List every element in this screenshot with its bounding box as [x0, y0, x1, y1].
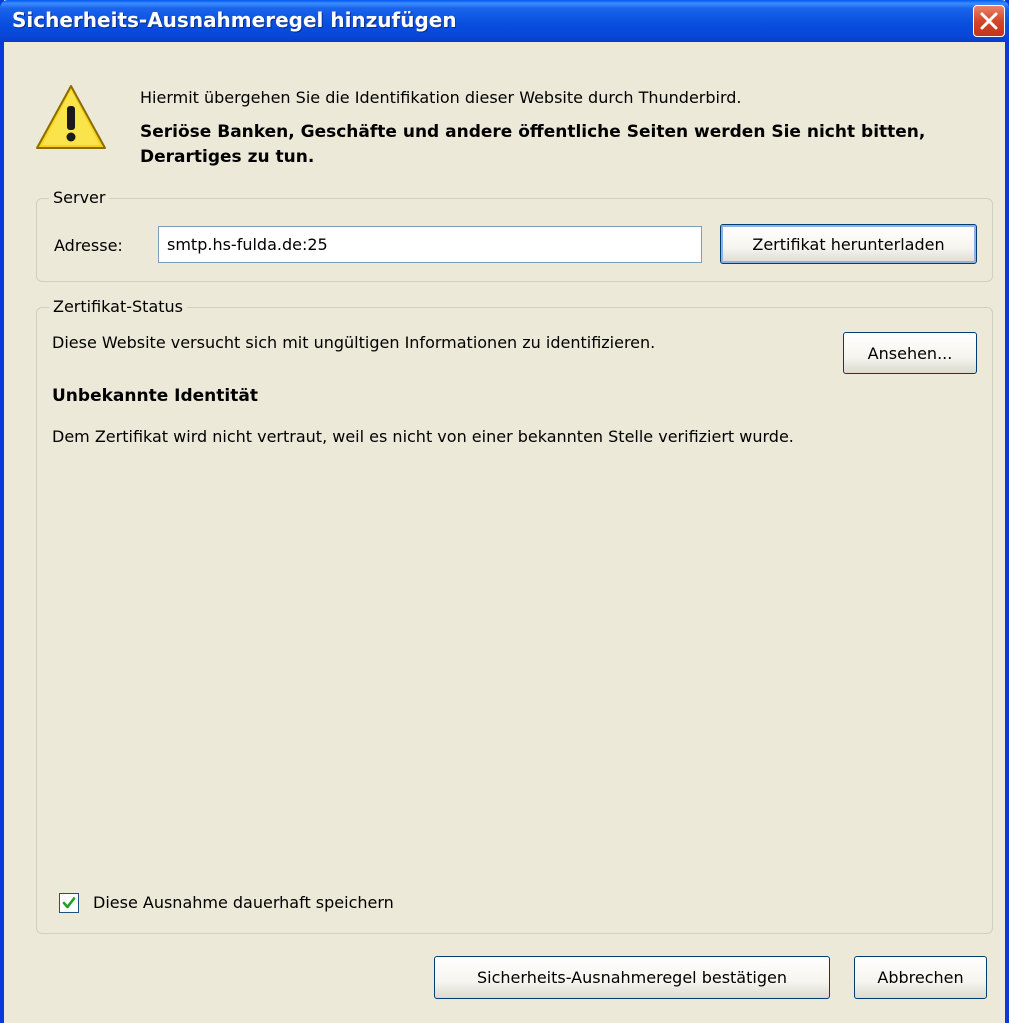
close-button[interactable]: [973, 5, 1005, 37]
warning-icon: [36, 85, 106, 149]
confirm-exception-button[interactable]: Sicherheits-Ausnahmeregel bestätigen: [434, 956, 830, 999]
warning-text: Seriöse Banken, Geschäfte und andere öff…: [140, 122, 926, 167]
download-certificate-button[interactable]: Zertifikat herunterladen: [720, 224, 977, 264]
dialog-window: Sicherheits-Ausnahmeregel hinzufügen Hie…: [0, 0, 1009, 1023]
window-title: Sicherheits-Ausnahmeregel hinzufügen: [12, 8, 457, 32]
server-legend: Server: [49, 188, 110, 207]
address-label: Adresse:: [54, 236, 123, 255]
permanent-checkbox[interactable]: [59, 893, 79, 913]
info-text: Hiermit übergehen Sie die Identifikation…: [140, 88, 742, 107]
identity-title: Unbekannte Identität: [52, 386, 258, 406]
cancel-button[interactable]: Abbrechen: [854, 956, 987, 999]
identity-detail: Dem Zertifikat wird nicht vertraut, weil…: [52, 427, 794, 446]
checkmark-icon: [62, 897, 76, 909]
cert-status-legend: Zertifikat-Status: [49, 297, 187, 316]
view-certificate-button[interactable]: Ansehen...: [843, 332, 977, 374]
address-input[interactable]: [158, 226, 702, 263]
permanent-checkbox-label[interactable]: Diese Ausnahme dauerhaft speichern: [93, 893, 394, 912]
cert-status-message: Diese Website versucht sich mit ungültig…: [52, 333, 656, 352]
close-icon: [980, 12, 998, 30]
title-bar[interactable]: Sicherheits-Ausnahmeregel hinzufügen: [0, 0, 1009, 42]
